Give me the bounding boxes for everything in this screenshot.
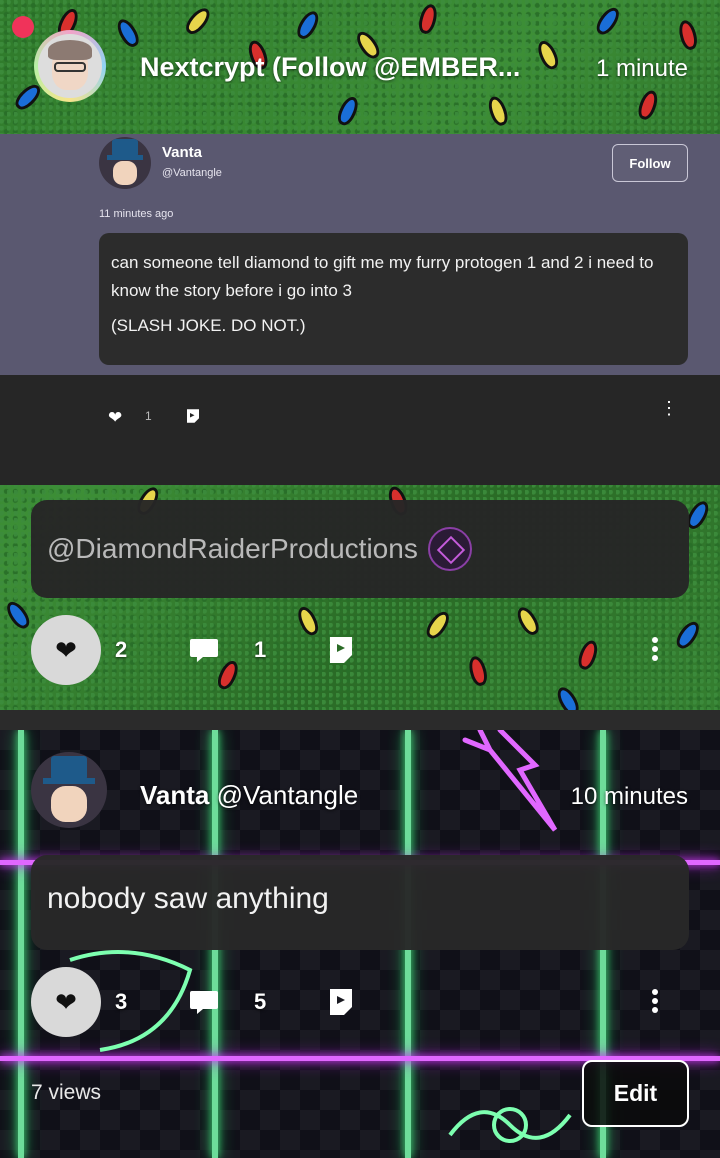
post-divider bbox=[0, 710, 720, 730]
comment-count: 1 bbox=[254, 637, 267, 662]
message-text: nobody saw anything bbox=[47, 882, 329, 915]
comment-count: 5 bbox=[254, 989, 267, 1014]
author-line[interactable]: Vanta @Vantangle bbox=[140, 780, 358, 811]
mention-link[interactable]: @DiamondRaiderProductions bbox=[47, 533, 418, 565]
author-name[interactable]: Vanta bbox=[140, 780, 209, 810]
like-button[interactable]: ❤ bbox=[31, 967, 101, 1037]
light-bulb-icon bbox=[592, 4, 624, 38]
post-time: 10 minutes bbox=[570, 783, 688, 810]
mention-bubble: @DiamondRaiderProductions bbox=[31, 500, 689, 598]
like-button[interactable]: ❤ bbox=[31, 615, 101, 685]
embed-like-count: 1 bbox=[145, 409, 152, 423]
message-bubble: nobody saw anything bbox=[31, 855, 689, 950]
heart-icon[interactable]: ❤ bbox=[108, 408, 122, 428]
post2-action-row: ❤ 3 5 bbox=[0, 967, 720, 1037]
light-bulb-icon bbox=[416, 2, 440, 36]
embed-message-text: can someone tell diamond to gift me my f… bbox=[111, 253, 654, 300]
mention-avatar[interactable] bbox=[427, 527, 472, 571]
share-icon[interactable] bbox=[327, 987, 355, 1017]
heart-icon: ❤ bbox=[55, 986, 77, 1017]
neon-line bbox=[18, 730, 24, 1158]
share-icon[interactable] bbox=[327, 635, 355, 665]
light-bulb-icon bbox=[553, 684, 583, 710]
embed-timestamp: 11 minutes ago bbox=[99, 208, 174, 220]
comment-icon[interactable] bbox=[189, 637, 219, 663]
follow-button[interactable]: Follow bbox=[612, 144, 688, 182]
embed-action-bar bbox=[0, 375, 720, 485]
more-vertical-icon[interactable]: ⋮ bbox=[660, 399, 678, 417]
heart-icon: ❤ bbox=[55, 634, 77, 665]
author-handle: @Vantangle bbox=[216, 780, 359, 810]
light-bulb-icon bbox=[485, 94, 511, 128]
light-bulb-icon bbox=[293, 8, 323, 42]
neon-decoration-icon bbox=[448, 1107, 572, 1143]
more-vertical-icon[interactable] bbox=[649, 634, 661, 666]
comment-icon[interactable] bbox=[189, 989, 219, 1015]
post1-action-row: ❤ 2 1 bbox=[0, 615, 720, 685]
author-name[interactable]: Nextcrypt (Follow @EMBER... bbox=[140, 52, 560, 83]
light-bulb-icon bbox=[334, 94, 362, 128]
embed-author-handle: @Vantangle bbox=[162, 167, 222, 179]
post-time: 1 minute bbox=[595, 55, 688, 82]
light-bulb-icon bbox=[635, 88, 661, 122]
author-avatar[interactable] bbox=[34, 30, 106, 102]
light-bulb-icon bbox=[182, 4, 214, 38]
embed-message-bubble: can someone tell diamond to gift me my f… bbox=[99, 233, 688, 365]
record-dot-icon bbox=[12, 16, 34, 38]
light-bulb-icon bbox=[113, 16, 143, 50]
embed-author-name[interactable]: Vanta bbox=[162, 144, 202, 161]
more-vertical-icon[interactable] bbox=[649, 986, 661, 1018]
view-count: 7 views bbox=[31, 1081, 102, 1104]
embed-message-note: (SLASH JOKE. DO NOT.) bbox=[111, 316, 306, 335]
like-count: 3 bbox=[115, 989, 128, 1014]
share-icon[interactable] bbox=[184, 407, 202, 425]
embed-avatar[interactable] bbox=[99, 137, 151, 189]
like-count: 2 bbox=[115, 637, 128, 662]
author-avatar[interactable] bbox=[31, 752, 107, 828]
edit-button[interactable]: Edit bbox=[582, 1060, 689, 1127]
lightning-bolt-icon bbox=[462, 730, 558, 832]
light-bulb-icon bbox=[676, 18, 700, 52]
